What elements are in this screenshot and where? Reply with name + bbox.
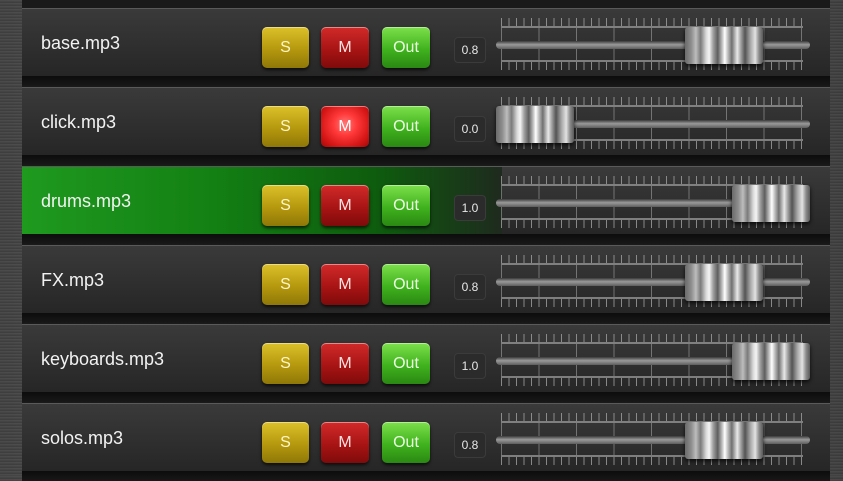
row-divider — [22, 313, 830, 323]
track-name: keyboards.mp3 — [41, 349, 165, 369]
row-divider — [22, 234, 830, 244]
volume-value: 0.8 — [454, 37, 486, 63]
output-button[interactable]: Out — [382, 106, 430, 147]
solo-button[interactable]: S — [262, 185, 309, 226]
mute-button[interactable]: M — [321, 264, 369, 305]
solo-button[interactable]: S — [262, 264, 309, 305]
mute-button[interactable]: M — [321, 185, 369, 226]
solo-button[interactable]: S — [262, 106, 309, 147]
volume-value: 0.8 — [454, 432, 486, 458]
row-divider — [22, 155, 830, 165]
track-name: click.mp3 — [41, 112, 117, 132]
output-button[interactable]: Out — [382, 422, 430, 463]
solo-button[interactable]: S — [262, 422, 309, 463]
volume-fader[interactable] — [496, 172, 810, 230]
track-row[interactable]: base.mp3 S M Out 0.8 — [22, 8, 830, 86]
volume-value: 0.8 — [454, 274, 486, 300]
output-button[interactable]: Out — [382, 27, 430, 68]
track-name: drums.mp3 — [41, 191, 132, 211]
track-row[interactable]: FX.mp3 S M Out 0.8 — [22, 245, 830, 323]
mute-button[interactable]: M — [321, 106, 369, 147]
fader-knob[interactable] — [732, 185, 810, 222]
output-button[interactable]: Out — [382, 185, 430, 226]
volume-fader[interactable] — [496, 409, 810, 467]
track-row[interactable]: keyboards.mp3 S M Out 1.0 — [22, 324, 830, 402]
output-button[interactable]: Out — [382, 264, 430, 305]
track-name: FX.mp3 — [41, 270, 105, 290]
fader-track — [496, 436, 810, 444]
volume-value: 1.0 — [454, 353, 486, 379]
solo-button[interactable]: S — [262, 343, 309, 384]
volume-value: 1.0 — [454, 195, 486, 221]
fader-knob[interactable] — [684, 422, 763, 459]
track-name: solos.mp3 — [41, 428, 124, 448]
volume-fader[interactable] — [496, 93, 810, 151]
row-divider — [22, 392, 830, 402]
mute-button[interactable]: M — [321, 343, 369, 384]
fader-knob[interactable] — [684, 264, 763, 301]
fader-knob[interactable] — [732, 343, 810, 380]
fader-track — [496, 278, 810, 286]
track-row[interactable]: click.mp3 S M Out 0.0 — [22, 87, 830, 165]
volume-fader[interactable] — [496, 251, 810, 309]
track-row[interactable]: solos.mp3 S M Out 0.8 — [22, 403, 830, 481]
mute-button[interactable]: M — [321, 422, 369, 463]
fader-knob[interactable] — [496, 106, 574, 143]
row-divider — [22, 471, 830, 481]
output-button[interactable]: Out — [382, 343, 430, 384]
track-name: base.mp3 — [41, 33, 121, 53]
volume-value: 0.0 — [454, 116, 486, 142]
row-divider — [22, 76, 830, 86]
track-row[interactable]: drums.mp3 S M Out 1.0 — [22, 166, 830, 244]
solo-button[interactable]: S — [262, 27, 309, 68]
volume-fader[interactable] — [496, 330, 810, 388]
fader-knob[interactable] — [684, 27, 763, 64]
mute-button[interactable]: M — [321, 27, 369, 68]
fader-track — [496, 41, 810, 49]
volume-fader[interactable] — [496, 14, 810, 72]
